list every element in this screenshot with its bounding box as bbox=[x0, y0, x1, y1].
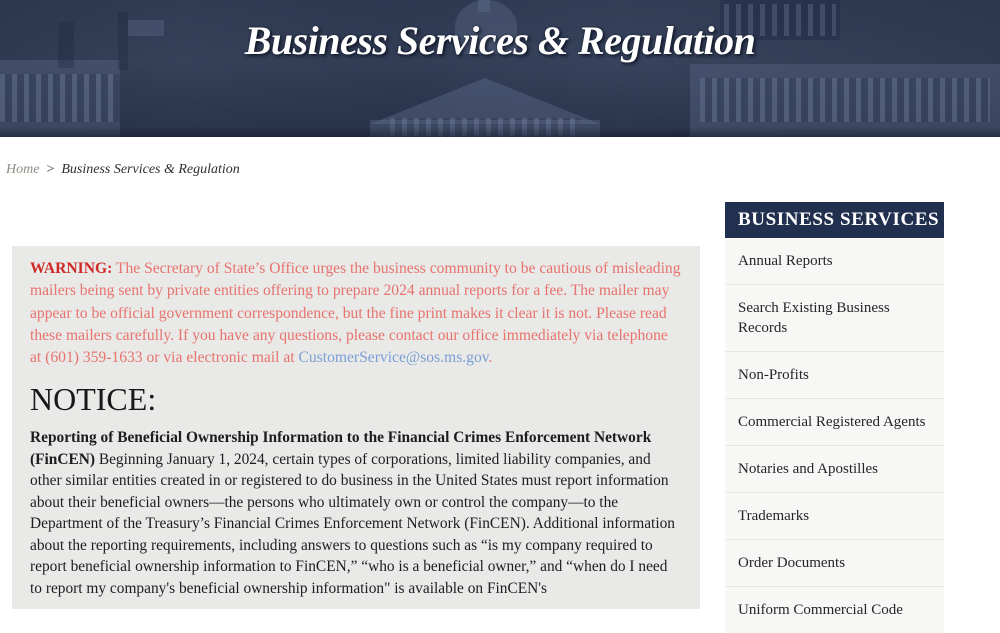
sidebar-header: BUSINESS SERVICES bbox=[725, 202, 944, 238]
sidebar-item-non-profits[interactable]: Non-Profits bbox=[725, 352, 944, 399]
sidebar-item-search-existing-business-records[interactable]: Search Existing Business Records bbox=[725, 285, 944, 352]
sidebar-item-order-documents[interactable]: Order Documents bbox=[725, 540, 944, 587]
sidebar-item-uniform-commercial-code[interactable]: Uniform Commercial Code bbox=[725, 587, 944, 633]
notice-body-text: Beginning January 1, 2024, certain types… bbox=[30, 450, 675, 597]
banner-bottom-shadow bbox=[0, 127, 1000, 137]
breadcrumb-current: Business Services & Regulation bbox=[61, 162, 240, 177]
breadcrumb-link-home[interactable]: Home bbox=[6, 162, 39, 177]
warning-label: WARNING: bbox=[30, 260, 113, 277]
sidebar-item-trademarks[interactable]: Trademarks bbox=[725, 493, 944, 540]
building-columns-left bbox=[0, 74, 120, 122]
notice-heading: NOTICE: bbox=[30, 381, 157, 418]
page-title: Business Services & Regulation bbox=[244, 18, 756, 63]
sidebar-menu: Annual Reports Search Existing Business … bbox=[725, 238, 944, 633]
sidebar-item-commercial-registered-agents[interactable]: Commercial Registered Agents bbox=[725, 399, 944, 446]
dome-finial bbox=[478, 0, 490, 12]
breadcrumb: Home > Business Services & Regulation bbox=[6, 162, 240, 178]
breadcrumb-separator: > bbox=[46, 162, 55, 177]
main-content-panel: WARNING: The Secretary of State’s Office… bbox=[12, 246, 700, 610]
warning-text-tail: . bbox=[488, 349, 493, 367]
business-services-sidebar: BUSINESS SERVICES Annual Reports Search … bbox=[725, 202, 944, 633]
notice-paragraph: Reporting of Beneficial Ownership Inform… bbox=[30, 427, 682, 599]
customer-service-email-link[interactable]: CustomerService@sos.ms.gov bbox=[298, 349, 488, 366]
building-columns-right bbox=[700, 78, 990, 122]
warning-notice: WARNING: The Secretary of State’s Office… bbox=[30, 258, 682, 369]
sidebar-item-notaries-and-apostilles[interactable]: Notaries and Apostilles bbox=[725, 446, 944, 493]
sidebar-item-annual-reports[interactable]: Annual Reports bbox=[725, 238, 944, 285]
site-banner: Business Services & Regulation bbox=[0, 0, 1000, 137]
